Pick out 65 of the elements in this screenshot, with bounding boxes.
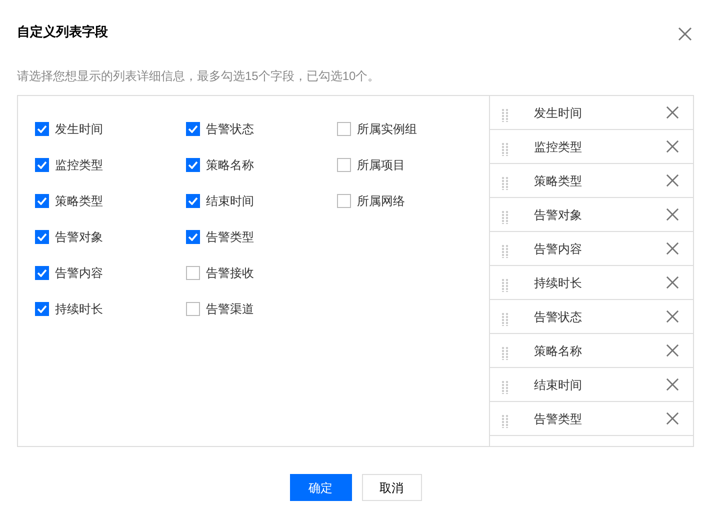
remove-icon[interactable]: [666, 174, 679, 187]
field-row[interactable]: 策略名称: [490, 334, 693, 368]
checkbox-label[interactable]: 所属实例组: [357, 120, 417, 138]
checkbox-label[interactable]: 所属项目: [357, 156, 405, 174]
field-name: 策略类型: [533, 172, 583, 190]
remove-icon[interactable]: [666, 412, 679, 425]
field-name: 策略名称: [533, 342, 583, 360]
checkbox-label[interactable]: 结束时间: [206, 192, 254, 210]
checkbox-label[interactable]: 告警对象: [55, 228, 103, 246]
field-name: 结束时间: [533, 376, 583, 394]
checkbox-label[interactable]: 告警渠道: [206, 300, 254, 318]
checkbox-label[interactable]: 所属网络: [357, 192, 405, 210]
field-name: 告警内容: [533, 240, 583, 258]
checkbox[interactable]: [186, 194, 200, 208]
checkbox-label[interactable]: 告警状态: [206, 120, 254, 138]
checkbox-label[interactable]: 告警接收: [206, 264, 254, 282]
remove-icon[interactable]: [666, 344, 679, 357]
field-row[interactable]: 告警类型: [490, 402, 693, 436]
description-text: 请选择您想显示的列表详细信息，最多勾选15个字段，已勾选10个。: [17, 68, 381, 84]
cancel-button[interactable]: 取消: [362, 474, 422, 501]
remove-icon[interactable]: [666, 242, 679, 255]
checkbox[interactable]: [186, 230, 200, 244]
checkbox[interactable]: [186, 266, 200, 280]
checkbox-label[interactable]: 告警内容: [55, 264, 103, 282]
field-row[interactable]: 告警内容: [490, 232, 693, 266]
checkbox[interactable]: [35, 194, 49, 208]
field-row[interactable]: 告警状态: [490, 300, 693, 334]
field-name: 监控类型: [533, 138, 583, 156]
checkbox[interactable]: [337, 122, 351, 136]
remove-icon[interactable]: [666, 310, 679, 323]
confirm-button[interactable]: 确定: [290, 474, 352, 501]
remove-icon[interactable]: [666, 140, 679, 153]
field-row[interactable]: 结束时间: [490, 368, 693, 402]
field-name: 发生时间: [533, 104, 583, 122]
checkbox[interactable]: [337, 194, 351, 208]
checkbox-label[interactable]: 策略名称: [206, 156, 254, 174]
remove-icon[interactable]: [666, 276, 679, 289]
field-row[interactable]: 策略类型: [490, 164, 693, 198]
checkbox-label[interactable]: 持续时长: [55, 300, 103, 318]
checkbox-label[interactable]: 监控类型: [55, 156, 103, 174]
checkbox-label[interactable]: 告警类型: [206, 228, 254, 246]
checkbox-label[interactable]: 策略类型: [55, 192, 103, 210]
field-name: 告警对象: [533, 206, 583, 224]
field-row[interactable]: 发生时间: [490, 96, 693, 130]
checkbox[interactable]: [35, 266, 49, 280]
checkbox[interactable]: [35, 302, 49, 316]
checkbox[interactable]: [186, 158, 200, 172]
field-row[interactable]: 监控类型: [490, 130, 693, 164]
close-icon[interactable]: [678, 27, 692, 41]
checkbox[interactable]: [35, 158, 49, 172]
remove-icon[interactable]: [666, 208, 679, 221]
checkbox[interactable]: [186, 302, 200, 316]
remove-icon[interactable]: [666, 106, 679, 119]
field-row[interactable]: 告警对象: [490, 198, 693, 232]
checkbox[interactable]: [35, 122, 49, 136]
field-name: 告警状态: [533, 308, 583, 326]
checkbox[interactable]: [337, 158, 351, 172]
field-row[interactable]: 持续时长: [490, 266, 693, 300]
remove-icon[interactable]: [666, 378, 679, 391]
field-name: 持续时长: [533, 274, 583, 292]
checkbox-label[interactable]: 发生时间: [55, 120, 103, 138]
dialog-title: 自定义列表字段: [17, 23, 108, 42]
checkbox[interactable]: [35, 230, 49, 244]
field-name: 告警类型: [533, 410, 583, 428]
checkbox[interactable]: [186, 122, 200, 136]
